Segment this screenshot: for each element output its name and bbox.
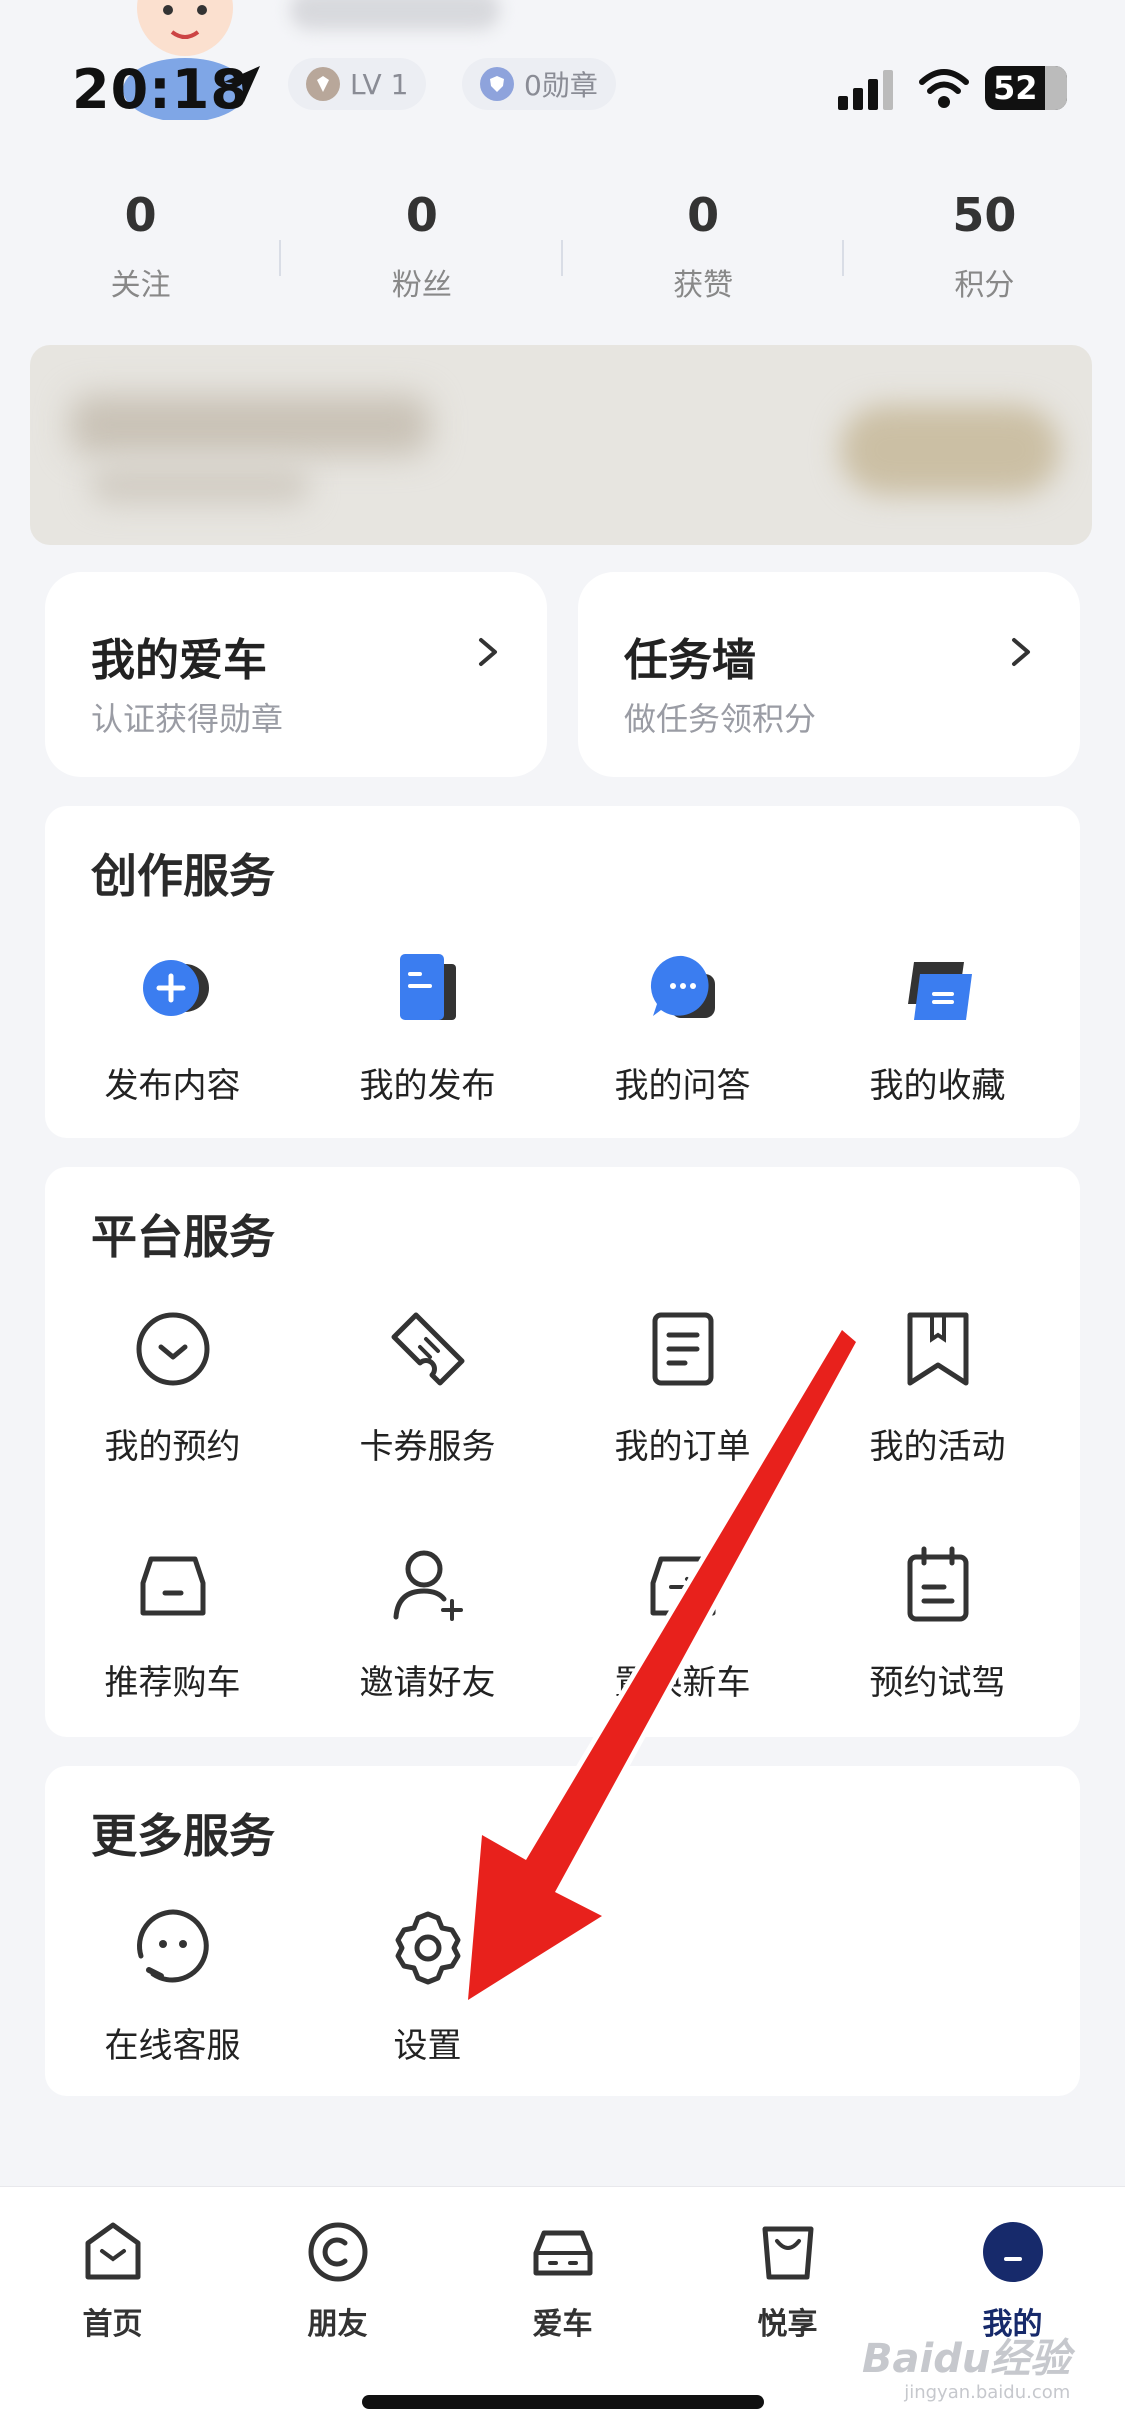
publish-icon [142,960,209,1016]
card-subtitle: 做任务领积分 [624,700,817,738]
nav-enjoy[interactable]: 悦享 [675,2219,900,2343]
watermark: Baidu经验 jingyan.baidu.com [862,2326,1070,2403]
nav-friends[interactable]: 朋友 [225,2219,450,2343]
wifi-icon [919,69,969,108]
order-icon [652,1312,713,1386]
card-title: 我的爱车 [91,635,267,686]
watermark-url: jingyan.baidu.com [904,2382,1071,2403]
profile-stats: 0 关注 0 粉丝 0 获赞 50 积分 [0,180,1125,330]
card-subtitle: 认证获得勋章 [91,700,284,738]
item-label: 预约试驾 [869,1663,1006,1703]
diamond-icon [306,67,340,101]
car-icon [533,2230,592,2276]
medal-count: 0勋章 [524,69,598,102]
item-label: 发布内容 [104,1066,241,1106]
qa-icon [650,955,715,1018]
stat-label: 粉丝 [391,268,452,303]
stat-following[interactable]: 0 关注 [0,180,282,330]
stat-fans[interactable]: 0 粉丝 [281,180,563,330]
stat-points[interactable]: 50 积分 [844,180,1125,330]
publish-content-button[interactable]: 发布内容 [45,946,300,1107]
level-badge[interactable]: LV 1 [288,58,427,110]
nav-mine[interactable]: 我的 [900,2219,1125,2343]
creation-services-panel: 创作服务 发布内容 我的发布 我的问答 我的收藏 [45,806,1080,1138]
friends-icon [308,2222,367,2282]
online-support-button[interactable]: 在线客服 [45,1906,300,2067]
calendar-icon [907,1546,968,1622]
section-title: 平台服务 [91,1210,275,1264]
recommend-purchase-button[interactable]: 推荐购车 [45,1543,300,1704]
my-qa-button[interactable]: 我的问答 [555,946,810,1107]
appointment-icon [136,1312,209,1386]
settings-button[interactable]: 设置 [300,1906,555,2067]
home-icon [85,2222,140,2280]
stat-likes[interactable]: 0 获赞 [563,180,844,330]
coupon-icon [391,1312,464,1386]
book-test-drive-button[interactable]: 预约试驾 [810,1543,1065,1704]
battery-indicator: 52 [985,66,1067,110]
item-label: 卡券服务 [359,1427,496,1467]
watermark-brand: Baidu经验 [862,2336,1071,2382]
nav-label: 朋友 [307,2307,368,2342]
chevron-right-icon [479,638,497,666]
coupon-service-button[interactable]: 卡券服务 [300,1307,555,1468]
my-posts-button[interactable]: 我的发布 [300,946,555,1107]
my-posts-icon [399,954,456,1020]
nav-car[interactable]: 爱车 [450,2219,675,2343]
membership-banner[interactable] [30,345,1092,545]
item-label: 我的订单 [614,1427,751,1467]
stat-label: 获赞 [673,268,734,303]
stat-value: 50 [952,188,1017,242]
car-icon [140,1556,205,1616]
item-label: 在线客服 [104,2026,241,2066]
invite-friends-button[interactable]: 邀请好友 [300,1543,555,1704]
level-text: LV 1 [350,67,409,101]
item-label: 我的预约 [104,1427,241,1467]
item-label: 我的活动 [869,1427,1006,1467]
my-orders-button[interactable]: 我的订单 [555,1307,810,1468]
task-wall-card[interactable]: 任务墙 做任务领积分 [578,572,1080,777]
nav-label: 爱车 [532,2307,593,2342]
shield-icon [480,67,514,101]
my-activities-button[interactable]: 我的活动 [810,1307,1065,1468]
section-title: 创作服务 [91,849,275,903]
item-label: 我的收藏 [869,1066,1006,1106]
shop-bag-icon [762,2226,813,2280]
medal-badge[interactable]: 0勋章 [462,58,616,110]
home-indicator[interactable] [362,2395,764,2409]
item-label: 设置 [393,2026,462,2066]
item-label: 邀请好友 [359,1663,496,1703]
location-arrow-icon [224,66,260,102]
signal-icon [838,70,893,110]
user-name [290,0,500,30]
item-label: 推荐购车 [104,1663,241,1703]
platform-services-panel: 平台服务 我的预约 卡券服务 我的订单 我的活动 推荐购车 邀请好友 置换新车 … [45,1167,1080,1737]
battery-level: 52 [993,69,1038,107]
stat-value: 0 [405,188,438,242]
my-appointment-button[interactable]: 我的预约 [45,1307,300,1468]
gear-icon [395,1911,460,1985]
bookmark-icon [907,1312,968,1386]
stat-value: 0 [124,188,157,242]
nav-label: 首页 [82,2307,143,2342]
stat-value: 0 [687,188,720,242]
card-title: 任务墙 [624,635,756,686]
trade-in-button[interactable]: 置换新车 [555,1543,810,1704]
chevron-right-icon [1012,638,1030,666]
section-title: 更多服务 [91,1809,275,1863]
favorites-icon [907,962,972,1020]
item-label: 我的问答 [614,1066,751,1106]
stat-label: 积分 [954,268,1015,303]
more-services-panel: 更多服务 在线客服 设置 [45,1766,1080,2096]
item-label: 置换新车 [614,1663,751,1703]
my-car-card[interactable]: 我的爱车 认证获得勋章 [45,572,547,777]
stat-label: 关注 [110,268,171,303]
invite-icon [393,1550,463,1621]
trade-in-icon [650,1556,715,1616]
support-icon [136,1909,209,1983]
my-favorites-button[interactable]: 我的收藏 [810,946,1065,1107]
profile-icon [982,2222,1043,2282]
nav-home[interactable]: 首页 [0,2219,225,2343]
item-label: 我的发布 [359,1066,496,1106]
